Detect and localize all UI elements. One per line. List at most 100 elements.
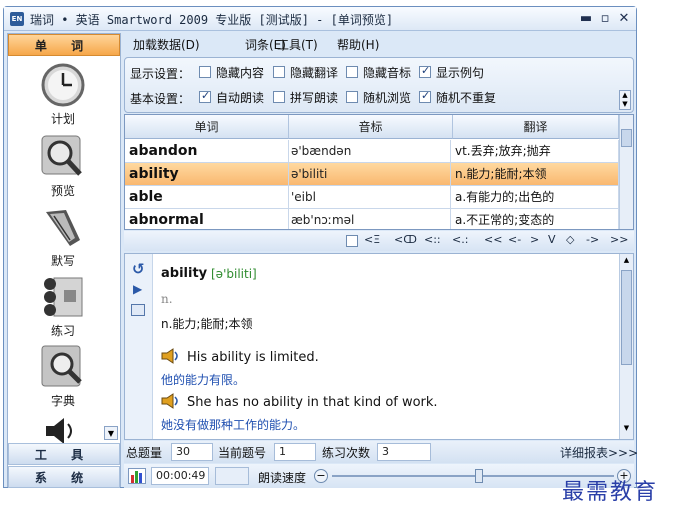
checkbox-label: 显示例句 — [436, 66, 485, 80]
cell-translation: a.有能力的;出色的 — [455, 186, 619, 209]
down-button[interactable]: V — [548, 233, 556, 246]
menu-help[interactable]: 帮助(H) — [337, 36, 379, 53]
auto-read-checkbox[interactable] — [199, 89, 211, 103]
detail-toolbar: ↺ ▶ — [125, 254, 153, 439]
scrollbar-thumb[interactable] — [621, 129, 632, 147]
checkbox-label: 隐藏内容 — [216, 66, 265, 80]
sidebar-tab-system[interactable]: 系 统 — [8, 466, 120, 488]
random-no-repeat-checkbox[interactable] — [419, 89, 431, 103]
navigation-toolbar: <Ξ <ↀ <:: <.: << <- > V ◇ -> >> — [124, 231, 634, 251]
play-icon[interactable]: ▶ — [133, 282, 142, 296]
close-button[interactable]: ✕ — [616, 11, 632, 27]
example-cn: 她没有做那种工作的能力。 — [161, 418, 306, 432]
cell-translation: n.能力;能耐;本领 — [455, 163, 619, 186]
table-row[interactable]: able 'eibl a.有能力的;出色的 — [125, 186, 619, 209]
sidebar: 单 词 计划 预览 默写 练习 字典 ▼ 工 具 系 统 — [7, 33, 121, 488]
minimize-button[interactable]: ▬ — [578, 11, 594, 27]
cell-word: ability — [129, 163, 289, 186]
cell-phonetic: ə'bændən — [291, 140, 451, 163]
detail-pos: n. — [161, 292, 173, 306]
speaker-icon[interactable] — [161, 393, 181, 409]
checkbox-label: 随机不重复 — [436, 91, 497, 105]
table-row[interactable]: abnormal æb'nɔːməl a.不正常的;变态的 — [125, 209, 619, 229]
prev-button[interactable]: <- — [508, 233, 521, 246]
detail-phonetic: [ə'biliti] — [211, 267, 257, 281]
window-title: 瑞词 • 英语 Smartword 2009 专业版 [测试版] - [单词预览… — [30, 13, 394, 27]
random-browse-checkbox[interactable] — [346, 91, 358, 103]
last-button[interactable]: >> — [610, 233, 628, 246]
scroll-down-icon[interactable]: ▼ — [621, 424, 632, 436]
menu-tools[interactable]: 工具(T) — [277, 36, 318, 53]
column-header-phonetic[interactable]: 音标 — [289, 115, 453, 139]
maximize-button[interactable]: ▫ — [597, 11, 613, 27]
copy-icon[interactable] — [131, 304, 145, 316]
hide-phonetic-checkbox[interactable] — [346, 66, 358, 78]
app-window: EN 瑞词 • 英语 Smartword 2009 专业版 [测试版] - [单… — [3, 6, 638, 488]
speaker-icon[interactable] — [161, 348, 181, 364]
cell-word: able — [129, 186, 289, 209]
table-row[interactable]: abandon ə'bændən vt.丢弃;放弃;抛弃 — [125, 140, 619, 163]
scrollbar-thumb[interactable] — [621, 270, 632, 365]
checkbox-label: 自动朗读 — [216, 91, 265, 105]
detailed-report-link[interactable]: 详细报表>>> — [560, 444, 638, 461]
cell-phonetic: 'eibl — [291, 186, 451, 209]
nav-button[interactable]: <ↀ — [394, 233, 417, 246]
nav-button[interactable]: <:: — [424, 233, 441, 246]
sidebar-item-plan[interactable]: 计划 — [28, 62, 98, 127]
speaker-icon[interactable] — [42, 416, 82, 446]
cell-translation: a.不正常的;变态的 — [455, 209, 619, 229]
settings-expand-button[interactable]: ▲ ▼ — [619, 90, 631, 110]
detail-definition: n.能力;能耐;本领 — [161, 317, 253, 331]
menu-load-data[interactable]: 加载数据(D) — [133, 36, 200, 53]
cell-word: abnormal — [129, 209, 289, 229]
speed-decrease-button[interactable]: − — [314, 469, 328, 483]
nav-button[interactable]: <.: — [452, 233, 468, 246]
cell-phonetic: ə'biliti — [291, 163, 451, 186]
cell-translation: vt.丢弃;放弃;抛弃 — [455, 140, 619, 163]
sidebar-item-label: 默写 — [50, 254, 75, 268]
chart-icon[interactable] — [128, 468, 146, 484]
example-cn: 他的能力有限。 — [161, 373, 246, 387]
sidebar-item-label: 字典 — [50, 394, 75, 408]
hide-content-checkbox[interactable] — [199, 66, 211, 78]
diamond-button[interactable]: ◇ — [566, 233, 574, 246]
hide-translation-checkbox[interactable] — [273, 66, 285, 78]
play-button[interactable]: > — [530, 233, 539, 246]
basic-settings-label: 基本设置： — [130, 92, 191, 106]
first-button[interactable]: << — [484, 233, 502, 246]
column-header-word[interactable]: 单词 — [125, 115, 289, 139]
settings-panel: 显示设置： 隐藏内容 隐藏翻译 隐藏音标 显示例句 基本设置： 自动朗读 拼写朗… — [124, 57, 634, 113]
sidebar-tab-tools[interactable]: 工 具 — [8, 443, 120, 465]
spell-read-checkbox[interactable] — [273, 91, 285, 103]
clock-icon — [40, 62, 86, 108]
sidebar-item-dictionary[interactable]: 字典 — [28, 344, 98, 409]
count-value: 3 — [377, 443, 431, 461]
sidebar-tab-words[interactable]: 单 词 — [8, 34, 120, 56]
column-header-translation[interactable]: 翻译 — [453, 115, 619, 139]
sidebar-item-dictation[interactable]: 默写 — [28, 204, 98, 269]
sidebar-item-label: 预览 — [50, 184, 75, 198]
next-button[interactable]: -> — [586, 233, 599, 246]
table-scrollbar[interactable] — [619, 115, 633, 229]
show-examples-checkbox[interactable] — [419, 64, 431, 78]
sidebar-item-label: 计划 — [50, 112, 75, 126]
sidebar-scroll-down-button[interactable]: ▼ — [104, 426, 118, 440]
refresh-icon[interactable]: ↺ — [132, 260, 145, 278]
magnifier-icon — [40, 134, 86, 180]
nav-button[interactable]: <Ξ — [364, 233, 380, 246]
timer-blank — [215, 467, 249, 485]
count-label: 练习次数 — [322, 446, 371, 460]
sidebar-item-preview[interactable]: 预览 — [28, 134, 98, 199]
practice-icon — [40, 274, 86, 320]
sidebar-item-label: 练习 — [50, 324, 75, 338]
total-value: 30 — [171, 443, 213, 461]
pen-icon — [40, 204, 86, 250]
scroll-up-icon[interactable]: ▲ — [621, 256, 632, 268]
bottom-bar: 00:00:49 朗读速度 − + — [124, 464, 634, 488]
sidebar-item-practice[interactable]: 练习 — [28, 274, 98, 339]
detail-scrollbar[interactable]: ▲ ▼ — [619, 254, 633, 439]
speed-slider-thumb[interactable] — [474, 469, 483, 483]
table-row-selected[interactable]: ability ə'biliti n.能力;能耐;本领 — [125, 163, 619, 186]
nav-checkbox[interactable] — [346, 235, 358, 247]
status-bar: 总题量 30 当前题号 1 练习次数 3 详细报表>>> — [124, 441, 638, 463]
